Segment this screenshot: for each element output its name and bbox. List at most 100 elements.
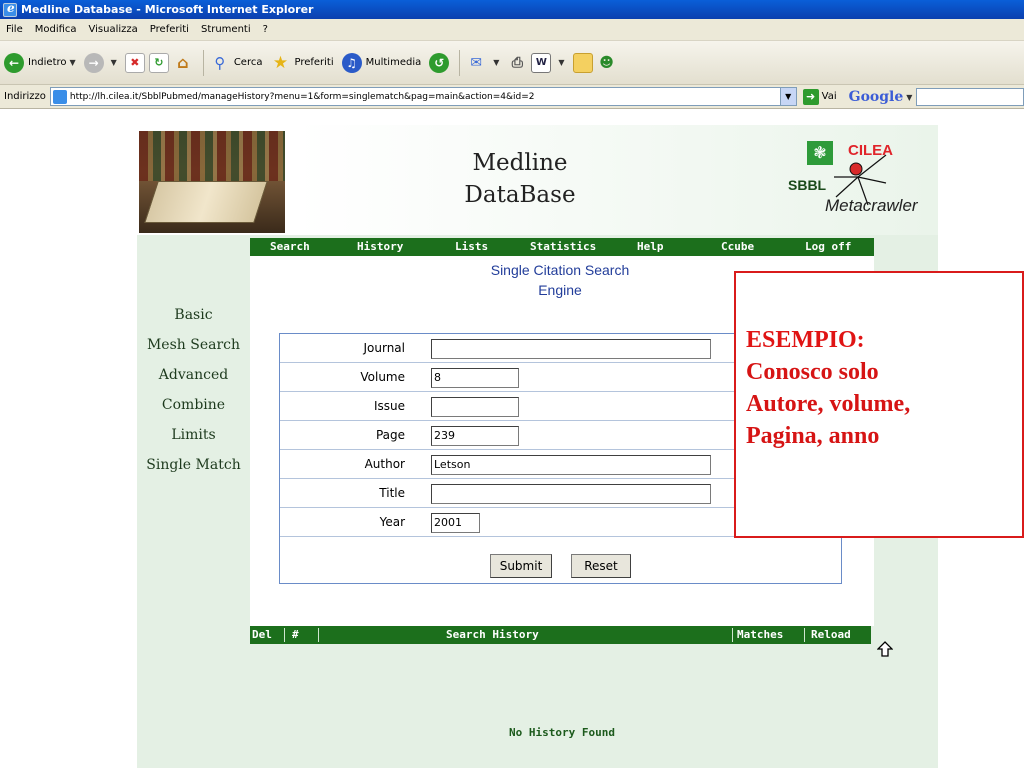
page-heading-line2: Engine: [538, 282, 582, 298]
sidebar-item-mesh-search[interactable]: Mesh Search: [137, 330, 250, 360]
nav-ccube[interactable]: Ccube: [721, 240, 754, 253]
fan-icon: ❃: [807, 141, 833, 165]
favorites-button[interactable]: ★ Preferiti: [270, 52, 334, 73]
search-icon: ⚲: [214, 53, 226, 72]
reset-button[interactable]: Reset: [571, 554, 631, 578]
menu-help[interactable]: ?: [263, 24, 268, 35]
site-title: Medline DataBase: [420, 147, 620, 211]
year-label: Year: [379, 515, 405, 529]
site-title-line1: Medline: [472, 150, 568, 176]
sidebar-item-advanced[interactable]: Advanced: [137, 360, 250, 390]
sidebar-item-combine[interactable]: Combine: [137, 390, 250, 420]
mail-icon: ✉: [470, 54, 483, 71]
page-heading: Single Citation Search Engine: [445, 260, 675, 300]
nav-logoff[interactable]: Log off: [805, 240, 851, 253]
bookshelf-graphic: [139, 131, 285, 181]
title-label: Title: [379, 486, 405, 500]
ie-icon: [3, 1, 17, 17]
page-content: Medline DataBase ❃ CILEA SBBL Metacrawle…: [0, 109, 1024, 768]
search-button[interactable]: ⚲ Cerca: [210, 53, 263, 73]
word-icon: W: [531, 52, 552, 73]
submit-button[interactable]: Submit: [490, 554, 552, 578]
chevron-down-icon: ▼: [69, 58, 76, 67]
page-icon: [52, 89, 67, 104]
back-button[interactable]: ← Indietro ▼: [4, 52, 76, 73]
col-number: #: [292, 628, 299, 641]
go-label: Vai: [821, 91, 837, 102]
history-table-header: Del # Search History Matches Reload: [250, 626, 871, 644]
column-divider: [732, 628, 733, 642]
sidebar-item-single-match[interactable]: Single Match: [137, 450, 250, 480]
arrow-up-icon[interactable]: [877, 641, 893, 657]
menu-file[interactable]: File: [6, 24, 23, 35]
title-input[interactable]: [431, 484, 711, 504]
page-heading-line1: Single Citation Search: [490, 262, 630, 278]
chevron-down-icon: ▼: [493, 58, 500, 67]
author-label: Author: [364, 457, 405, 471]
nav-statistics[interactable]: Statistics: [530, 240, 596, 253]
forward-button[interactable]: → ▼: [83, 52, 117, 73]
col-search-history: Search History: [446, 628, 539, 641]
chevron-down-icon: ▼: [110, 58, 117, 67]
refresh-icon[interactable]: ↻: [148, 52, 169, 73]
media-label: Multimedia: [365, 57, 422, 68]
mail-button[interactable]: ✉ ▼: [466, 53, 499, 73]
nav-history[interactable]: History: [357, 240, 403, 253]
forward-arrow-icon: →: [83, 52, 104, 73]
menu-modifica[interactable]: Modifica: [35, 24, 77, 35]
issue-input[interactable]: [431, 397, 519, 417]
sidebar-item-basic[interactable]: Basic: [137, 300, 250, 330]
star-icon: ★: [272, 52, 289, 73]
back-label: Indietro: [28, 57, 67, 68]
favorites-label: Preferiti: [294, 57, 334, 68]
go-button[interactable]: ➜ Vai: [802, 88, 837, 105]
issue-label: Issue: [373, 399, 405, 413]
chevron-down-icon[interactable]: ▼: [779, 88, 796, 105]
back-arrow-icon: ←: [4, 52, 24, 73]
history-table-body: [250, 644, 874, 768]
search-label: Cerca: [233, 57, 263, 68]
callout-heading: ESEMPIO:: [746, 327, 865, 353]
book-image: [139, 131, 285, 233]
callout-line: Autore, volume,: [746, 391, 911, 417]
nav-search[interactable]: Search: [270, 240, 310, 253]
page-input[interactable]: 239: [431, 426, 519, 446]
sidebar-item-limits[interactable]: Limits: [137, 420, 250, 450]
example-callout: ESEMPIO: Conosco solo Autore, volume, Pa…: [734, 271, 1024, 538]
folder-icon[interactable]: [572, 52, 593, 73]
print-icon[interactable]: ⎙: [507, 53, 527, 73]
google-logo: Google: [848, 88, 904, 105]
go-arrow-icon: ➜: [802, 88, 819, 105]
address-input[interactable]: http://lh.cilea.it/SbblPubmed/manageHist…: [49, 87, 797, 106]
callout-line: Pagina, anno: [746, 423, 880, 449]
home-icon[interactable]: ⌂: [173, 53, 193, 73]
journal-input[interactable]: [431, 339, 711, 359]
chevron-down-icon: ▼: [558, 58, 565, 67]
window-titlebar: Medline Database - Microsoft Internet Ex…: [0, 0, 1024, 19]
menu-strumenti[interactable]: Strumenti: [201, 24, 251, 35]
google-toolbar[interactable]: Google ▼: [849, 89, 913, 105]
year-input[interactable]: 2001: [431, 513, 480, 533]
menu-preferiti[interactable]: Preferiti: [150, 24, 189, 35]
cilea-logo: ❃ CILEA SBBL Metacrawler: [780, 129, 938, 229]
callout-line: Conosco solo: [746, 359, 879, 385]
volume-input[interactable]: 8: [431, 368, 519, 388]
page-label: Page: [375, 428, 405, 442]
main-nav: Search History Lists Statistics Help Ccu…: [250, 238, 874, 256]
media-button[interactable]: ♫ Multimedia: [341, 52, 422, 73]
form-buttons: Submit Reset: [280, 537, 841, 583]
edit-button[interactable]: W ▼: [531, 52, 565, 73]
google-search-input[interactable]: [916, 87, 1024, 106]
history-icon[interactable]: ↺: [429, 52, 450, 73]
logo-cilea-text: CILEA: [848, 142, 893, 159]
author-input[interactable]: Letson: [431, 455, 711, 475]
menu-bar: File Modifica Visualizza Preferiti Strum…: [0, 19, 1024, 41]
nav-lists[interactable]: Lists: [455, 240, 488, 253]
window-title: Medline Database - Microsoft Internet Ex…: [21, 3, 314, 16]
media-icon: ♫: [341, 52, 362, 73]
menu-visualizza[interactable]: Visualizza: [89, 24, 138, 35]
address-bar: Indirizzo http://lh.cilea.it/SbblPubmed/…: [0, 85, 1024, 109]
nav-help[interactable]: Help: [637, 240, 664, 253]
messenger-icon[interactable]: ☻: [597, 53, 617, 73]
stop-icon[interactable]: ✖: [124, 52, 145, 73]
